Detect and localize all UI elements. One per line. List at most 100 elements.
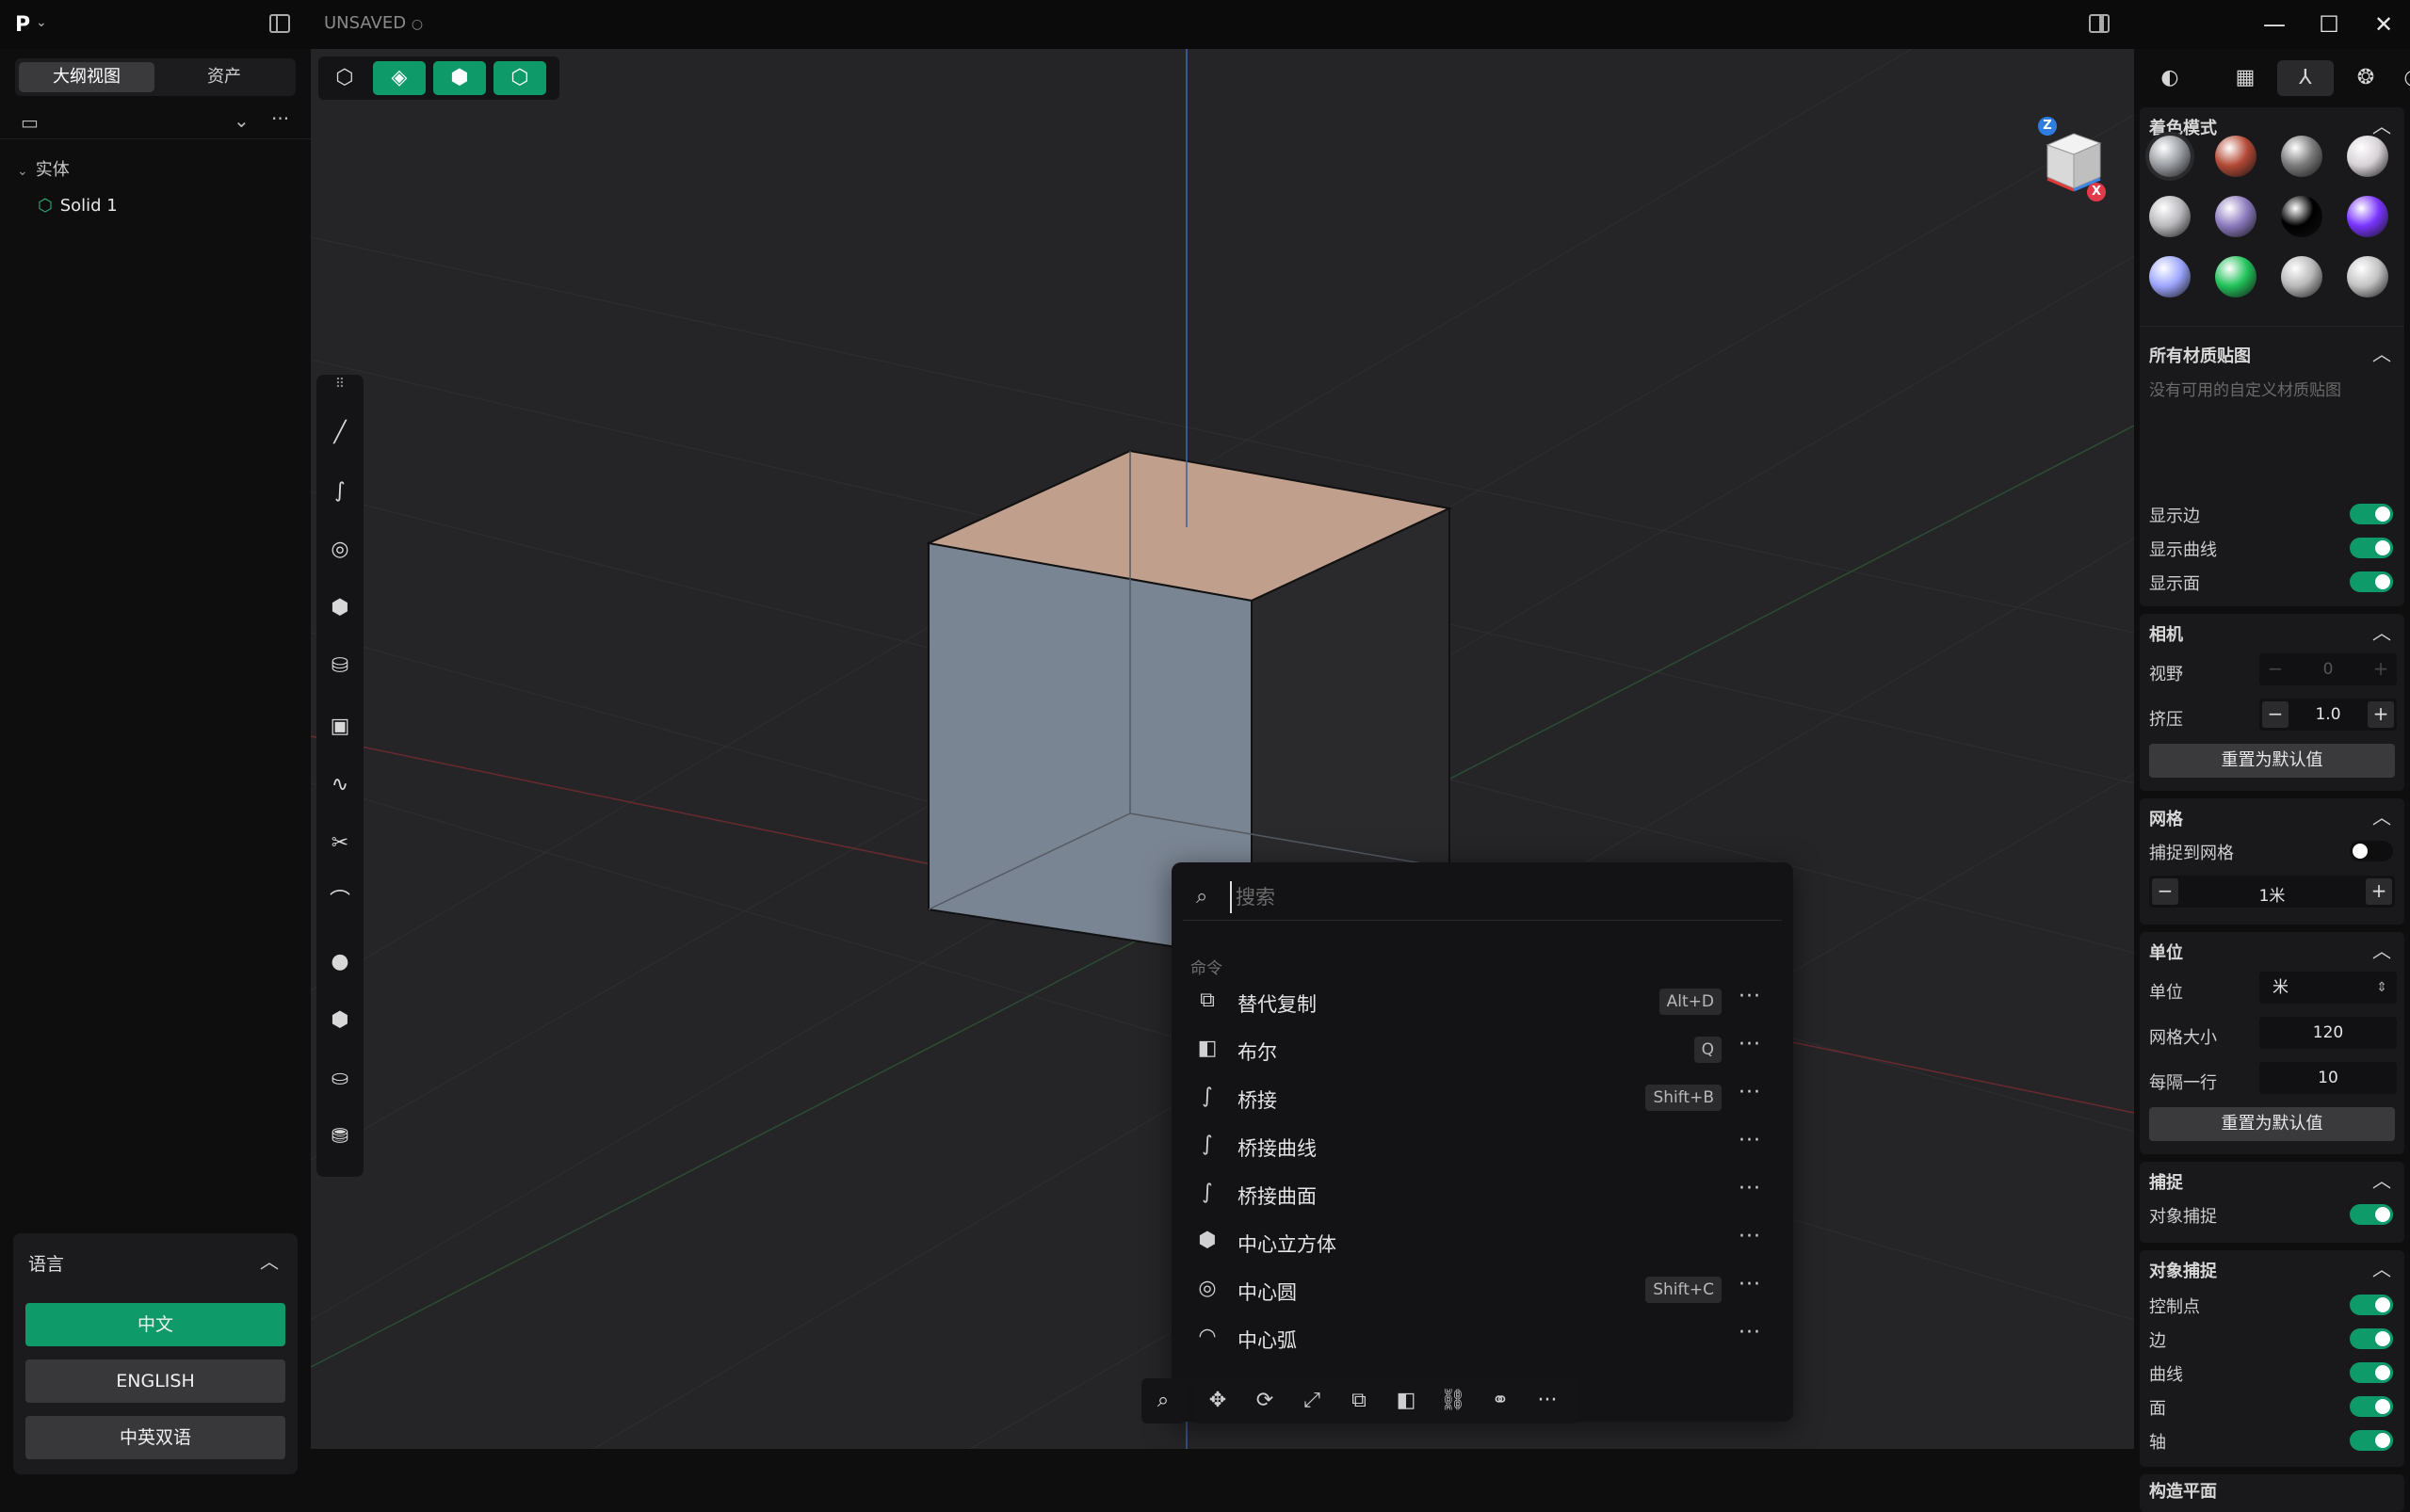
rotate-icon[interactable]: ⟳ <box>1241 1378 1288 1424</box>
sphere-icon[interactable]: ● <box>316 943 364 981</box>
cylinder-icon[interactable]: ⛀ <box>316 1060 364 1098</box>
move-icon[interactable]: ✥ <box>1194 1378 1241 1424</box>
shading-swatch[interactable] <box>2215 256 2256 298</box>
grid-size-field[interactable]: 120 <box>2259 1017 2397 1049</box>
decrement-button[interactable]: − <box>2262 701 2289 728</box>
decrement-button[interactable]: − <box>2152 878 2178 905</box>
command-row[interactable]: ∫ 桥接曲面 ··· <box>1183 1171 1782 1216</box>
shading-swatch[interactable] <box>2347 256 2388 298</box>
more-options-icon[interactable]: ··· <box>271 107 289 130</box>
vertex-mode-icon[interactable]: ◈ <box>373 61 426 95</box>
collapse-chevron-icon[interactable]: ︿ <box>2372 802 2391 829</box>
rectangle-icon[interactable]: ▣ <box>316 708 364 746</box>
squash-stepper[interactable]: − 1.0 + <box>2259 699 2397 731</box>
close-button[interactable]: ✕ <box>2360 8 2407 41</box>
union-icon[interactable]: ⚭ <box>1477 1378 1524 1424</box>
display-faces-toggle[interactable] <box>2350 571 2393 592</box>
tree-group-solids[interactable]: ⌄ 实体 <box>17 156 70 181</box>
shading-swatch[interactable] <box>2347 136 2388 177</box>
increment-button[interactable]: + <box>2366 878 2392 905</box>
curve-icon[interactable]: ∫ <box>316 473 364 510</box>
select-mode-icon[interactable]: ⬡ <box>328 61 362 95</box>
object-snap-toggle[interactable] <box>2350 1204 2393 1225</box>
more-options-icon[interactable]: ··· <box>1739 1273 1761 1296</box>
scale-icon[interactable]: ⤢ <box>1288 1378 1335 1424</box>
command-row[interactable]: ⬢ 中心立方体 ··· <box>1183 1219 1782 1264</box>
shading-swatch[interactable] <box>2215 196 2256 237</box>
environment-icon[interactable]: ◔ <box>2394 60 2410 96</box>
app-menu-chevron-icon[interactable]: ⌄ <box>36 15 47 30</box>
grid-size-stepper[interactable]: − 1米 + <box>2149 876 2395 908</box>
increment-button[interactable]: + <box>2368 701 2394 728</box>
every-line-field[interactable]: 10 <box>2259 1062 2397 1094</box>
axes-icon[interactable]: ⅄ <box>2277 60 2334 96</box>
shading-swatch[interactable] <box>2281 196 2322 237</box>
app-logo[interactable]: P <box>15 13 30 37</box>
more-options-icon[interactable]: ··· <box>1739 1321 1761 1344</box>
box-icon[interactable]: ⬢ <box>316 1002 364 1039</box>
more-options-icon[interactable]: ··· <box>1739 1033 1761 1056</box>
minimize-button[interactable]: — <box>2251 8 2298 41</box>
object-mode-icon[interactable]: ⬡ <box>493 61 546 95</box>
shading-swatch[interactable] <box>2347 196 2388 237</box>
circle-icon[interactable]: ◎ <box>316 531 364 569</box>
shading-swatch[interactable] <box>2281 136 2322 177</box>
more-options-icon[interactable]: ··· <box>1524 1378 1571 1424</box>
z-axis-badge[interactable]: Z <box>2038 117 2057 136</box>
units-reset-button[interactable]: 重置为默认值 <box>2149 1107 2395 1141</box>
snap-axes-toggle[interactable] <box>2350 1430 2393 1451</box>
snap-to-grid-toggle[interactable] <box>2350 841 2393 861</box>
more-options-icon[interactable]: ··· <box>1739 985 1761 1008</box>
unit-select[interactable]: 米 ⇕ <box>2259 972 2397 1004</box>
collapse-chevron-icon[interactable]: ︿ <box>2372 618 2391 645</box>
snap-edges-toggle[interactable] <box>2350 1328 2393 1349</box>
toggle-left-panel-icon[interactable] <box>269 14 290 33</box>
line-icon[interactable]: ╱ <box>316 414 364 452</box>
toggle-right-panel-icon[interactable] <box>2089 14 2110 33</box>
command-row[interactable]: ◧ 布尔 Q ··· <box>1183 1027 1782 1072</box>
collapse-chevron-icon[interactable]: ︿ <box>2372 936 2391 963</box>
scissors-icon[interactable]: ✂ <box>316 825 364 862</box>
duplicate-icon[interactable]: ⧉ <box>1335 1378 1383 1424</box>
link-icon[interactable]: ⛓ <box>1430 1378 1477 1424</box>
tab-assets[interactable]: 资产 <box>156 62 292 92</box>
maximize-button[interactable]: ☐ <box>2305 8 2353 41</box>
shading-swatch[interactable] <box>2149 256 2191 298</box>
spline-icon[interactable]: ∿ <box>316 766 364 804</box>
view-cube[interactable]: Z X <box>2032 117 2117 220</box>
more-options-icon[interactable]: ··· <box>1739 1129 1761 1152</box>
camera-reset-button[interactable]: 重置为默认值 <box>2149 744 2395 778</box>
display-curves-toggle[interactable] <box>2350 538 2393 558</box>
command-row[interactable]: ∫ 桥接曲线 ··· <box>1183 1123 1782 1168</box>
shading-swatch[interactable] <box>2149 196 2191 237</box>
boolean-icon[interactable]: ◧ <box>1383 1378 1430 1424</box>
language-chinese-button[interactable]: 中文 <box>25 1303 285 1346</box>
3d-viewport[interactable]: ⬡ ◈ ⬢ ⬡ ⠿ ╱ ∫ ◎ ⬢ ⛁ ▣ ∿ ✂ ⌒ ● ⬢ ⛀ ⛃ Z X … <box>311 49 2134 1449</box>
polygon-icon[interactable]: ⬢ <box>316 589 364 627</box>
collapse-chevron-icon[interactable]: ︿ <box>2372 1254 2391 1281</box>
language-bilingual-button[interactable]: 中英双语 <box>25 1416 285 1459</box>
display-edges-toggle[interactable] <box>2350 504 2393 524</box>
collapse-chevron-icon[interactable]: ︿ <box>2372 1166 2391 1193</box>
command-row[interactable]: ◎ 中心圆 Shift+C ··· <box>1183 1267 1782 1312</box>
command-row[interactable]: ◠ 中心弧 ··· <box>1183 1315 1782 1360</box>
extrude-icon[interactable]: ⛁ <box>316 648 364 685</box>
command-row[interactable]: ∫ 桥接 Shift+B ··· <box>1183 1075 1782 1120</box>
grid-view-icon[interactable]: ▦ <box>2217 60 2273 96</box>
command-search-button[interactable]: ⌕ <box>1141 1378 1185 1424</box>
loft-icon[interactable]: ⛃ <box>316 1118 364 1156</box>
expand-chevron-icon[interactable]: ⌄ <box>17 164 28 179</box>
face-mode-icon[interactable]: ⬢ <box>433 61 486 95</box>
shading-swatch[interactable] <box>2281 256 2322 298</box>
collapse-chevron-icon[interactable]: ⌄ <box>234 109 250 132</box>
snap-curves-toggle[interactable] <box>2350 1362 2393 1383</box>
more-options-icon[interactable]: ··· <box>1739 1177 1761 1200</box>
collapse-chevron-icon[interactable]: ︿ <box>2372 339 2391 366</box>
collapse-chevron-icon[interactable]: ︿ <box>2372 111 2391 138</box>
more-options-icon[interactable]: ··· <box>1739 1225 1761 1248</box>
drag-handle-icon[interactable]: ⠿ <box>316 375 364 397</box>
new-folder-icon[interactable]: ▭ <box>21 111 39 134</box>
render-mode-icon[interactable]: ◐ <box>2142 60 2198 96</box>
snap-faces-toggle[interactable] <box>2350 1396 2393 1417</box>
shading-swatch[interactable] <box>2215 136 2256 177</box>
